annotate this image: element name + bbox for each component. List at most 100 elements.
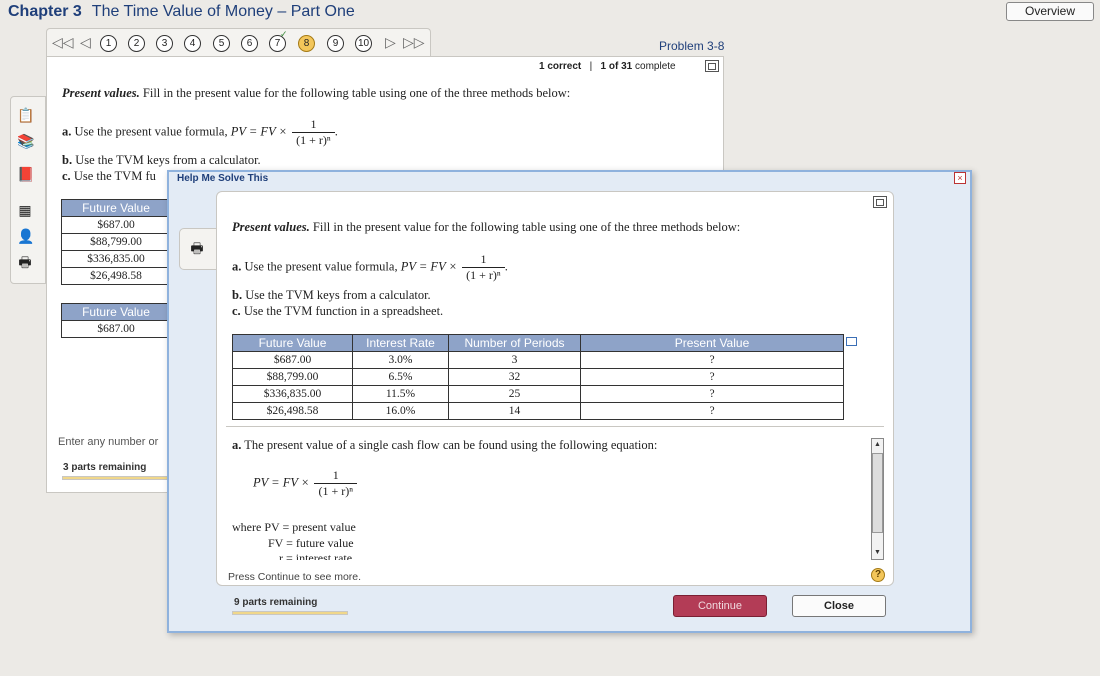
problem-prompt: Present values. Fill in the present valu… bbox=[62, 86, 712, 101]
table-cell: 11.5% bbox=[352, 385, 449, 403]
explanation-formula-lhs: PV = FV × bbox=[253, 475, 310, 490]
continue-button[interactable]: Continue bbox=[673, 595, 767, 617]
table-row: $687.00 bbox=[61, 320, 171, 338]
calculator-icon[interactable]: ▦ bbox=[17, 202, 33, 218]
table-row: $336,835.00 11.5% 25? bbox=[232, 385, 844, 403]
status-separator: | bbox=[589, 61, 593, 72]
formula-denominator: (1 + r)ⁿ bbox=[296, 133, 331, 147]
table-cell: ? bbox=[580, 402, 844, 420]
table-cell: $88,799.00 bbox=[232, 368, 353, 386]
problem-number-5[interactable]: 5 bbox=[213, 35, 230, 52]
table-cell: 25 bbox=[448, 385, 581, 403]
problem-instruction: Fill in the present value for the follow… bbox=[142, 86, 571, 100]
problem-number-3[interactable]: 3 bbox=[156, 35, 173, 52]
checklist-icon[interactable]: 📋 bbox=[17, 107, 34, 123]
chapter-name: The Time Value of Money – Part One bbox=[91, 3, 355, 20]
expand-icon[interactable] bbox=[705, 60, 719, 72]
table-cell: $687.00 bbox=[232, 351, 353, 369]
method-c-label: c. bbox=[62, 169, 71, 183]
dialog-method-a: a. Use the present value formula, PV = F… bbox=[232, 252, 508, 282]
table-row: $687.00 3.0% 3? bbox=[232, 351, 844, 369]
method-c: c. Use the TVM fu bbox=[62, 169, 156, 184]
divider bbox=[226, 426, 884, 427]
dialog-close-icon[interactable]: × bbox=[954, 172, 966, 184]
formula-numerator: 1 bbox=[292, 117, 335, 133]
explanation-formula-numerator: 1 bbox=[314, 468, 358, 484]
scroll-down-icon[interactable]: ▼ bbox=[872, 547, 883, 559]
formula-fraction: 1 (1 + r)ⁿ bbox=[292, 117, 335, 148]
dialog-formula-denominator: (1 + r)ⁿ bbox=[466, 268, 501, 282]
scroll-thumb[interactable] bbox=[872, 453, 883, 533]
table-cell: 6.5% bbox=[352, 368, 449, 386]
dialog-method-b-label: b. bbox=[232, 288, 243, 302]
table-cell: ? bbox=[580, 385, 844, 403]
book-icon[interactable]: 📚 bbox=[17, 133, 34, 149]
explanation-label: a. bbox=[232, 438, 242, 452]
dialog-problem-instruction: Fill in the present value for the follow… bbox=[312, 220, 741, 234]
dialog-method-a-text: Use the present value formula, bbox=[244, 259, 398, 274]
table-cell: 3.0% bbox=[352, 351, 449, 369]
column-header: Interest Rate bbox=[352, 334, 449, 352]
close-button[interactable]: Close bbox=[792, 595, 886, 617]
problem-number-9[interactable]: 9 bbox=[327, 35, 344, 52]
scroll-up-icon[interactable]: ▲ bbox=[872, 439, 883, 451]
dialog-method-b-text: Use the TVM keys from a calculator. bbox=[245, 288, 431, 302]
back-parts-remaining: 3 parts remaining bbox=[63, 462, 147, 473]
problem-number-2[interactable]: 2 bbox=[128, 35, 145, 52]
dialog-progress-bar bbox=[232, 611, 348, 615]
dialog-method-a-label: a. bbox=[232, 259, 242, 274]
last-problem-icon[interactable]: ▷▷ bbox=[403, 34, 425, 51]
continue-note: Press Continue to see more. bbox=[228, 571, 362, 583]
column-header: Present Value bbox=[580, 334, 844, 352]
copy-table-icon[interactable] bbox=[846, 337, 857, 346]
dialog-prompt: Present values. Fill in the present valu… bbox=[232, 220, 862, 235]
overview-button[interactable]: Overview bbox=[1006, 2, 1094, 21]
explanation-scroll-area[interactable]: a. The present value of a single cash fl… bbox=[226, 434, 876, 560]
method-a-text: Use the present value formula, bbox=[74, 124, 228, 139]
previous-problem-icon[interactable]: ◁ bbox=[80, 34, 91, 51]
dialog-parts-remaining: 9 parts remaining bbox=[234, 597, 318, 608]
table-row: $336,835.00 bbox=[61, 250, 171, 268]
tutor-icon[interactable]: 👤 bbox=[17, 228, 34, 244]
first-problem-icon[interactable]: ◁◁ bbox=[52, 34, 74, 51]
dialog-print-icon[interactable]: 🖶 bbox=[189, 240, 205, 256]
check-icon: ✓ bbox=[280, 29, 288, 39]
where-line: where PV = present value bbox=[232, 520, 356, 534]
chapter-title: Chapter 3 The Time Value of Money – Part … bbox=[8, 3, 355, 21]
next-problem-icon[interactable]: ▷ bbox=[385, 34, 396, 51]
method-b-text: Use the TVM keys from a calculator. bbox=[75, 153, 261, 167]
chapter-label: Chapter 3 bbox=[8, 3, 82, 20]
problem-number-10[interactable]: 10 bbox=[355, 35, 372, 52]
problem-number-1[interactable]: 1 bbox=[100, 35, 117, 52]
table-cell: 16.0% bbox=[352, 402, 449, 420]
method-b-label: b. bbox=[62, 153, 73, 167]
table-row: $687.00 bbox=[61, 216, 171, 234]
dialog-method-c-label: c. bbox=[232, 304, 241, 318]
future-value-cell: $687.00 bbox=[61, 216, 171, 234]
explanation-scrollbar[interactable]: ▲ ▼ bbox=[871, 438, 884, 560]
data-table: Future Value Interest Rate Number of Perio… bbox=[232, 334, 844, 420]
problem-number-4[interactable]: 4 bbox=[184, 35, 201, 52]
dialog-formula-lhs: PV = FV × bbox=[400, 259, 458, 274]
table-cell: $336,835.00 bbox=[232, 385, 353, 403]
r-line: r = interest rate bbox=[279, 551, 353, 560]
explanation-formula-fraction: 1 (1 + r)ⁿ bbox=[314, 468, 358, 499]
notebook-icon[interactable]: 📕 bbox=[17, 166, 34, 182]
back-table-2: Future Value $687.00 bbox=[61, 303, 171, 338]
dialog-formula-numerator: 1 bbox=[462, 252, 505, 268]
print-icon[interactable]: 🖶 bbox=[17, 254, 33, 270]
column-header: Number of Periods bbox=[448, 334, 581, 352]
back-progress-bar bbox=[62, 476, 172, 480]
dialog-expand-icon[interactable] bbox=[873, 196, 887, 208]
help-icon[interactable]: ? bbox=[871, 568, 885, 582]
problem-number-6[interactable]: 6 bbox=[241, 35, 258, 52]
dialog-method-b: b. Use the TVM keys from a calculator. bbox=[232, 288, 431, 303]
problem-title: Present values. bbox=[62, 86, 140, 100]
future-value-cell: $88,799.00 bbox=[61, 233, 171, 251]
table-cell: 32 bbox=[448, 368, 581, 386]
future-value-cell: $26,498.58 bbox=[61, 267, 171, 285]
table-cell: $26,498.58 bbox=[232, 402, 353, 420]
problem-number-8[interactable]: 8 bbox=[298, 35, 315, 52]
table-row: $88,799.00 6.5% 32? bbox=[232, 368, 844, 386]
future-value-cell: $687.00 bbox=[61, 320, 171, 338]
